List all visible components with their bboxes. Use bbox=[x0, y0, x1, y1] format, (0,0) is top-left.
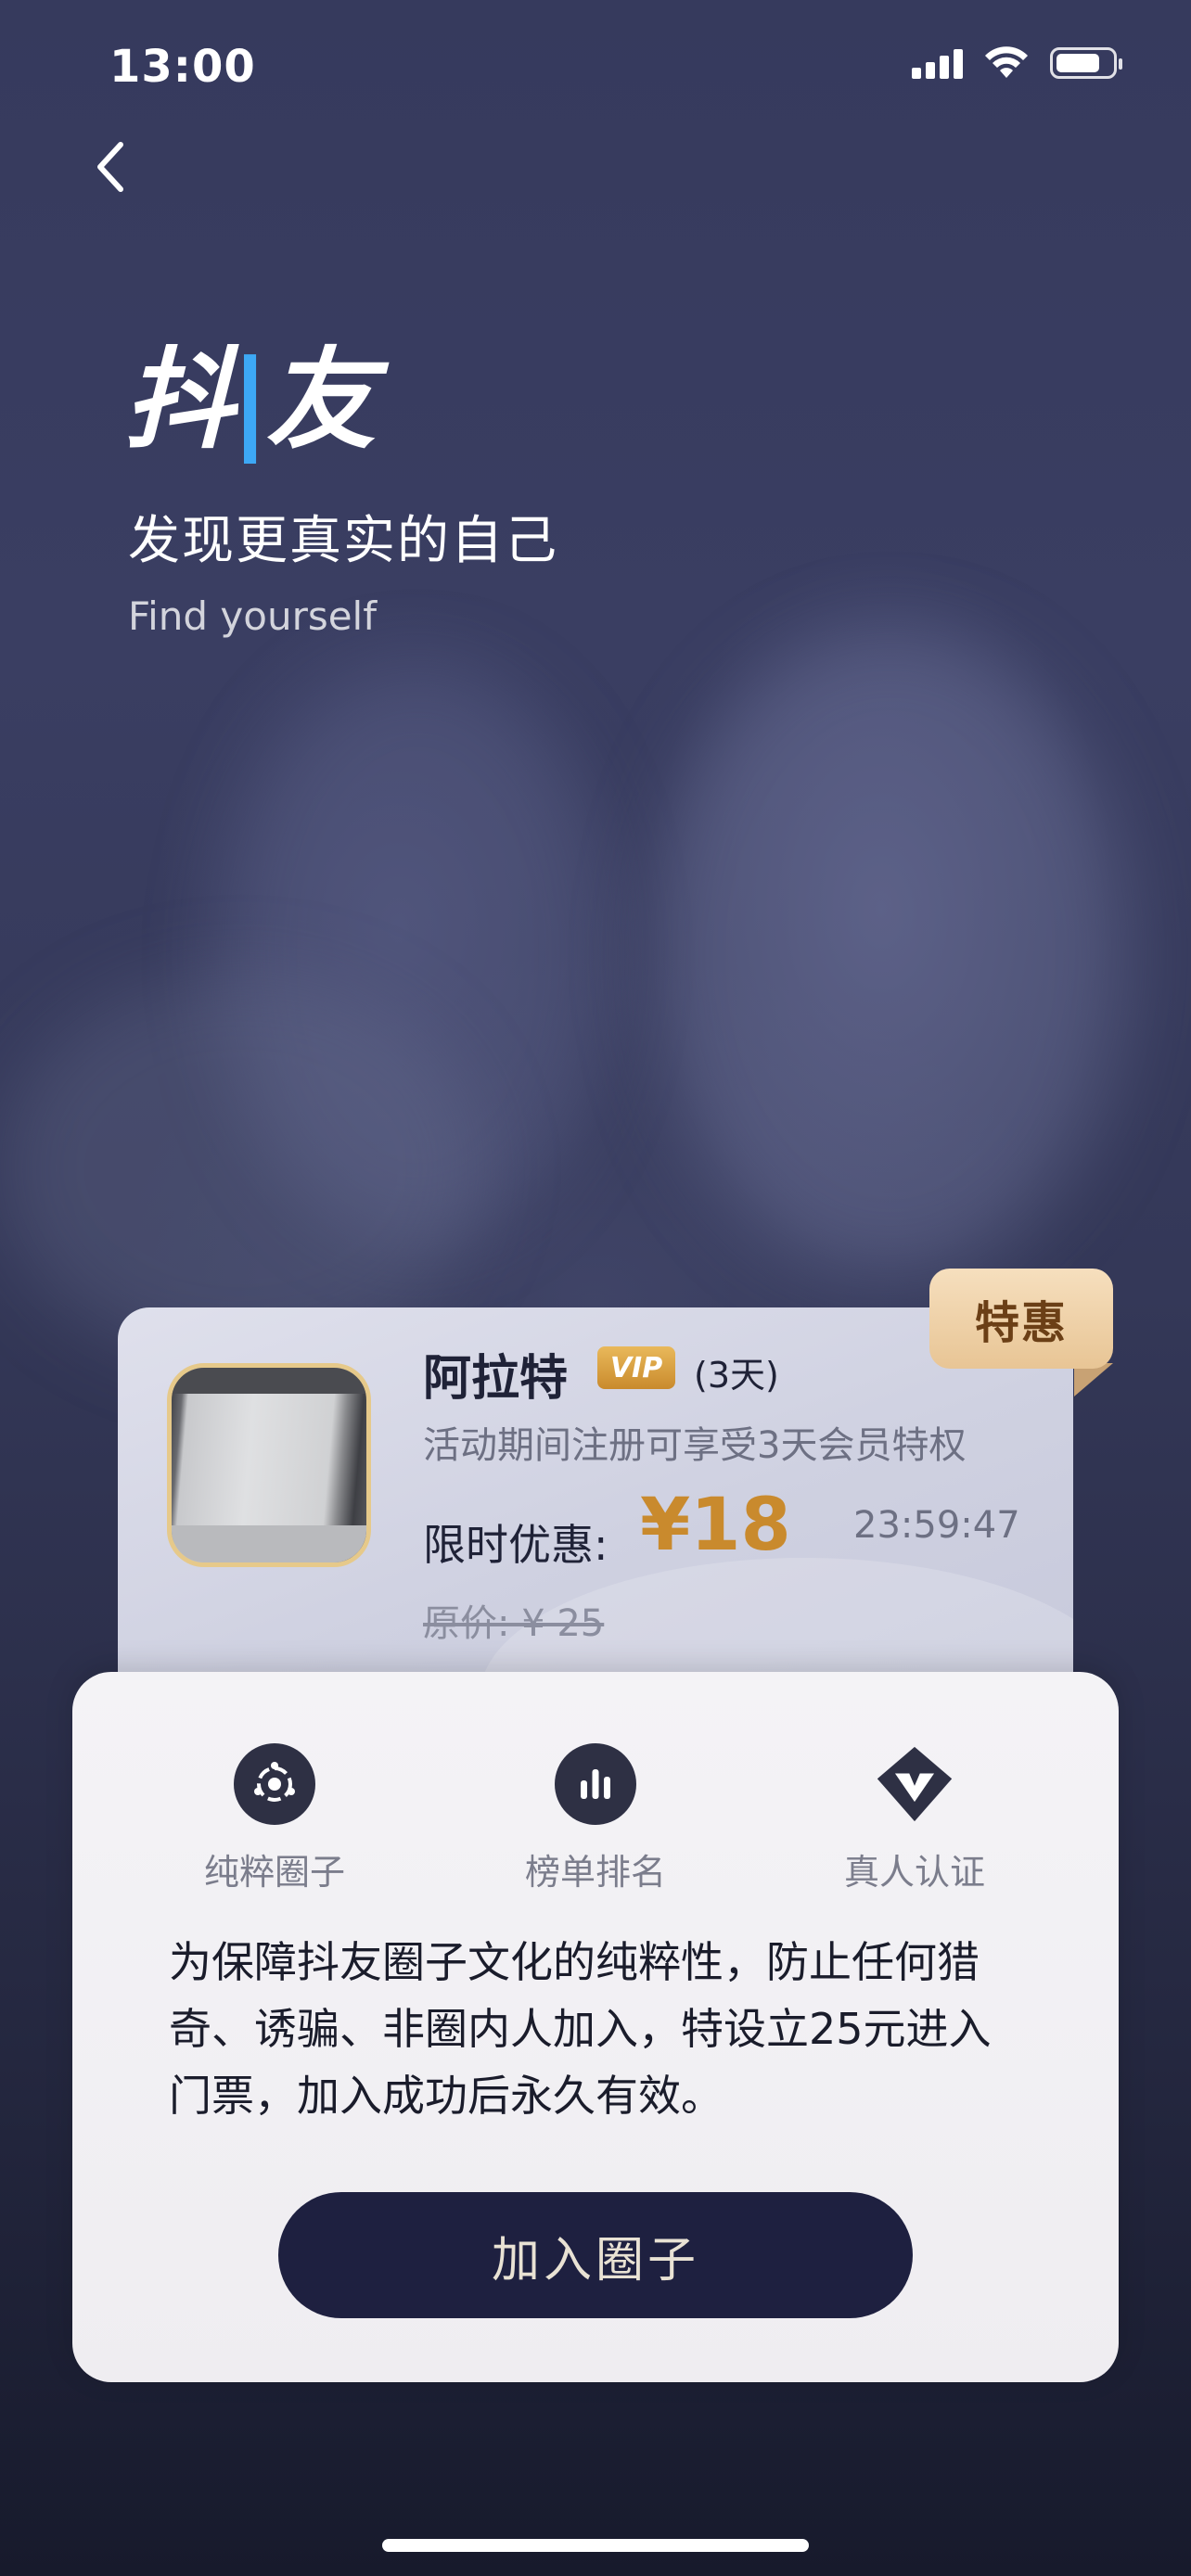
bar-chart-icon bbox=[555, 1743, 636, 1825]
special-offer-badge: 特惠 bbox=[929, 1269, 1113, 1369]
screen: 13:00 抖|友 发现更真实的自己 Find yourself 特惠 阿拉特 … bbox=[0, 0, 1191, 2576]
background-photo-arm bbox=[649, 631, 1132, 1280]
chevron-left-icon bbox=[97, 142, 123, 192]
avatar[interactable] bbox=[167, 1363, 371, 1567]
vip-days: (3天) bbox=[694, 1355, 779, 1396]
back-button[interactable] bbox=[80, 137, 139, 197]
home-indicator[interactable] bbox=[382, 2539, 809, 2552]
signal-icon bbox=[912, 47, 963, 79]
original-price: 原价: ¥ 25 bbox=[423, 1602, 605, 1645]
promo-description: 活动期间注册可享受3天会员特权 bbox=[423, 1424, 967, 1467]
vip-badge: VIP bbox=[597, 1346, 675, 1389]
circle-description: 为保障抖友圈子文化的纯粹性，防止任何猎奇、诱骗、非圈内人加入，特设立25元进入门… bbox=[169, 1937, 992, 2121]
feature-label: 真人认证 bbox=[843, 1852, 985, 1893]
slogan-english: Find yourself bbox=[128, 593, 378, 639]
feature-label: 纯粹圈子 bbox=[203, 1852, 345, 1893]
status-time: 13:00 bbox=[109, 41, 256, 93]
price-value: ¥18 bbox=[640, 1484, 791, 1567]
countdown-timer: 23:59:47 bbox=[853, 1504, 1020, 1547]
circle-group-icon bbox=[234, 1743, 315, 1825]
verified-v-icon bbox=[874, 1743, 955, 1825]
join-circle-button[interactable]: 加入圈子 bbox=[278, 2192, 913, 2318]
status-icons bbox=[912, 46, 1122, 80]
feature-verification: 真人认证 bbox=[803, 1743, 1026, 1894]
battery-icon bbox=[1050, 47, 1122, 79]
feature-ranking: 榜单排名 bbox=[484, 1743, 707, 1894]
background-photo-shoulder bbox=[0, 974, 482, 1363]
feature-label: 榜单排名 bbox=[524, 1852, 666, 1893]
brand-logo: 抖|友 bbox=[124, 336, 376, 464]
price-label: 限时优惠: bbox=[423, 1520, 608, 1570]
slogan-chinese: 发现更真实的自己 bbox=[128, 511, 558, 571]
wifi-icon bbox=[985, 46, 1028, 78]
user-name: 阿拉特 bbox=[423, 1351, 569, 1407]
feature-pure-circle: 纯粹圈子 bbox=[163, 1743, 386, 1894]
